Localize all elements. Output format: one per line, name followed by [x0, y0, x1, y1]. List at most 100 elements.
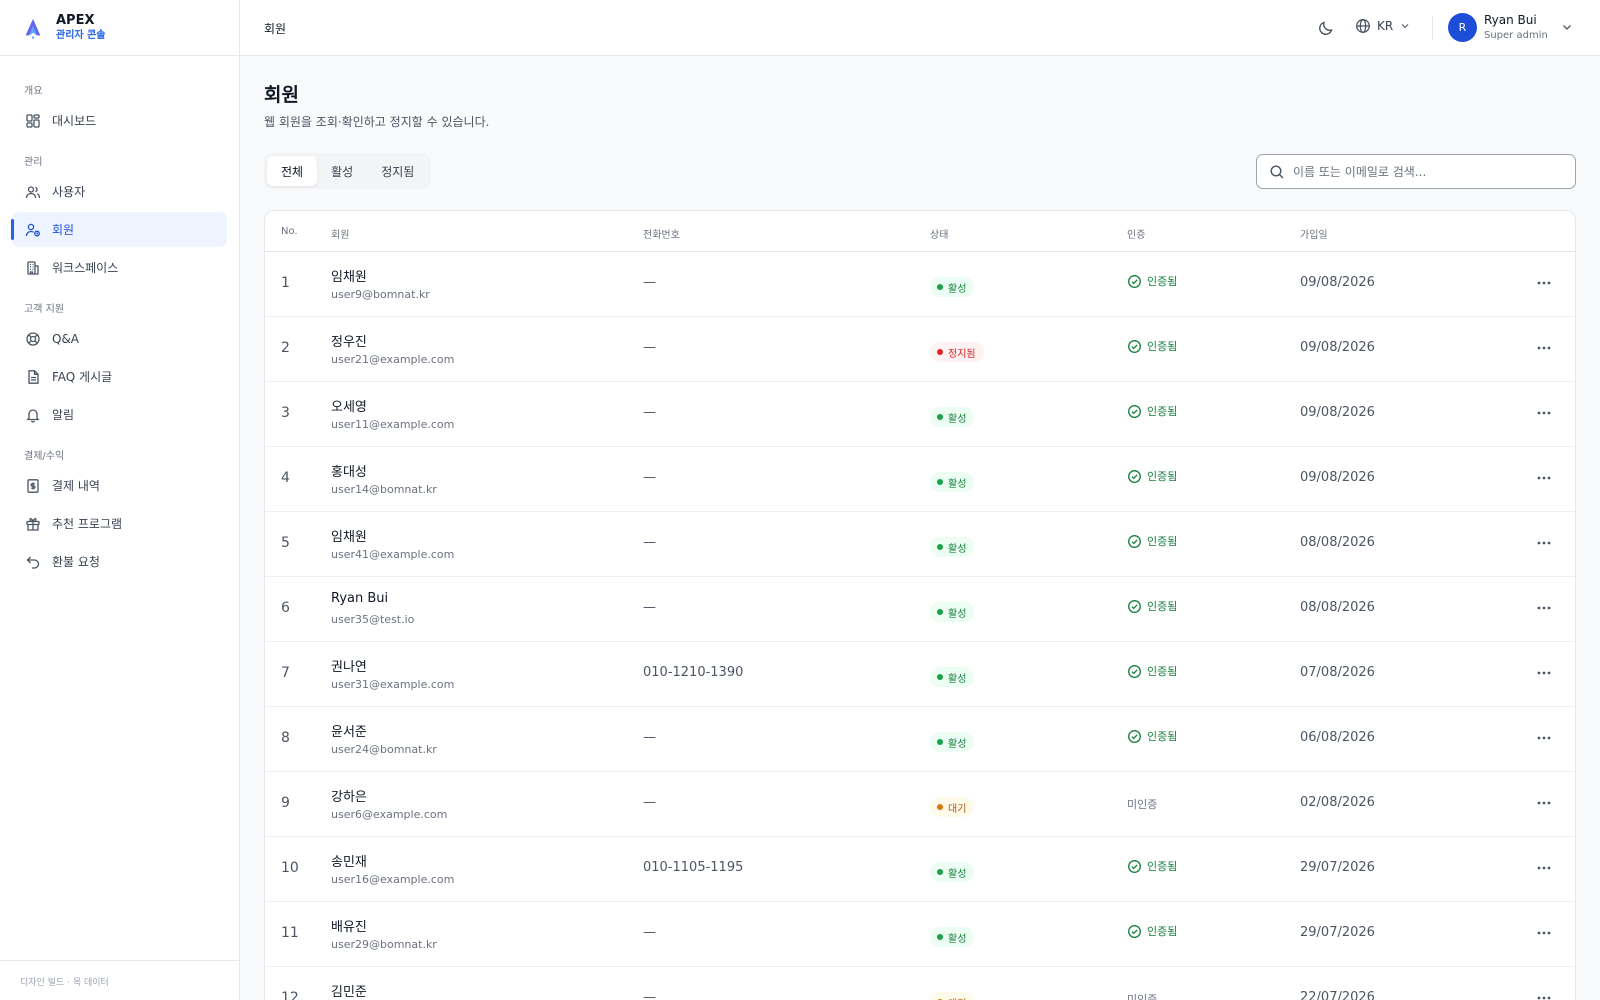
member-phone: —	[643, 470, 656, 485]
verification-label: 인증됨	[1147, 470, 1178, 483]
member-email: user14@bomnat.kr	[331, 483, 437, 496]
language-selector[interactable]: KR	[1355, 18, 1411, 34]
member-name[interactable]: 오세영	[331, 396, 367, 415]
verification-label: 인증됨	[1147, 730, 1178, 743]
member-name[interactable]: 배유진	[331, 916, 367, 935]
table-row[interactable]: 6 Ryan Bui user35@test.io — 활성 인증됨 08/08/2026	[265, 577, 1575, 642]
verification-cell: 인증됨	[1127, 728, 1177, 744]
more-horizontal-icon	[1537, 541, 1551, 545]
column-header-phone[interactable]: 전화번호	[643, 226, 680, 241]
brand[interactable]: APEX 관리자 콘솔	[0, 0, 239, 56]
sidebar-item-referral[interactable]: 추천 프로그램	[12, 506, 227, 541]
joined-date: 08/08/2026	[1300, 600, 1375, 615]
apex-logo-icon	[25, 18, 41, 39]
more-horizontal-icon	[1537, 346, 1551, 350]
sidebar-item-qna[interactable]: Q&A	[12, 321, 227, 356]
verification-label: 인증됨	[1147, 925, 1178, 938]
row-actions-button[interactable]	[1535, 729, 1553, 747]
table-row[interactable]: 4 홍대성 user14@bomnat.kr — 활성 인증됨 09/08/2026	[265, 447, 1575, 512]
table-row[interactable]: 12 김민준 — 대기 미인증 22/07/2026	[265, 967, 1575, 1000]
joined-date: 09/08/2026	[1300, 275, 1375, 290]
verification-cell: 인증됨	[1127, 923, 1177, 939]
row-actions-button[interactable]	[1535, 534, 1553, 552]
table-row[interactable]: 11 배유진 user29@bomnat.kr — 활성 인증됨 29/07/2026	[265, 902, 1575, 967]
row-actions-button[interactable]	[1535, 989, 1553, 1000]
member-phone: —	[643, 275, 656, 290]
sidebar-item-members[interactable]: 회원	[11, 212, 227, 247]
search-box[interactable]	[1256, 154, 1576, 189]
member-name[interactable]: 김민준	[331, 981, 367, 1000]
status-cell: 대기	[930, 990, 975, 1000]
row-actions-button[interactable]	[1535, 599, 1553, 617]
table-row[interactable]: 3 오세영 user11@example.com — 활성 인증됨 09/08/2026	[265, 382, 1575, 447]
sidebar-item-notifications[interactable]: 알림	[12, 397, 227, 432]
table-row[interactable]: 8 윤서준 user24@bomnat.kr — 활성 인증됨 06/08/2026	[265, 707, 1575, 772]
column-header-joined[interactable]: 가입일	[1300, 226, 1328, 241]
status-dot-icon	[937, 804, 943, 810]
theme-toggle-button[interactable]	[1316, 18, 1336, 38]
row-number: 3	[281, 405, 290, 421]
tab-all[interactable]: 전체	[267, 156, 318, 186]
column-header-no[interactable]: No.	[281, 226, 298, 237]
sidebar-item-workspaces[interactable]: 워크스페이스	[12, 250, 227, 285]
sidebar-item-payments[interactable]: 결제 내역	[12, 468, 227, 503]
status-badge: 활성	[930, 602, 975, 622]
verification-label: 인증됨	[1147, 860, 1178, 873]
row-actions-button[interactable]	[1535, 794, 1553, 812]
table-row[interactable]: 2 정우진 user21@example.com — 정지됨 인증됨 09/08/2026	[265, 317, 1575, 382]
user-menu-chevron-icon[interactable]	[1560, 20, 1574, 34]
row-actions-button[interactable]	[1535, 274, 1553, 292]
member-name[interactable]: Ryan Bui	[331, 591, 388, 606]
row-actions-button[interactable]	[1535, 469, 1553, 487]
row-actions-button[interactable]	[1535, 859, 1553, 877]
sidebar-item-faq[interactable]: FAQ 게시글	[12, 359, 227, 394]
tab-active[interactable]: 활성	[317, 156, 367, 186]
row-number: 5	[281, 535, 290, 551]
nav-section-management: 관리	[24, 157, 43, 168]
check-circle-icon	[1128, 404, 1141, 418]
sidebar-item-refunds[interactable]: 환불 요청	[12, 544, 227, 579]
row-actions-button[interactable]	[1535, 664, 1553, 682]
tab-suspended[interactable]: 정지됨	[367, 156, 428, 186]
row-actions-button[interactable]	[1535, 404, 1553, 422]
avatar[interactable]: R	[1448, 13, 1477, 42]
column-header-verification[interactable]: 인증	[1127, 226, 1145, 241]
row-actions-button[interactable]	[1535, 339, 1553, 357]
member-name[interactable]: 임채원	[331, 526, 367, 545]
table-row[interactable]: 7 권나연 user31@example.com 010-1210-1390 활성 인증됨…	[265, 642, 1575, 707]
member-name[interactable]: 윤서준	[331, 721, 367, 740]
sidebar-item-users[interactable]: 사용자	[12, 174, 227, 209]
member-name[interactable]: 홍대성	[331, 461, 367, 480]
row-actions-button[interactable]	[1535, 924, 1553, 942]
brand-name: APEX	[56, 12, 95, 28]
column-header-status[interactable]: 상태	[930, 226, 948, 241]
member-email: user9@bomnat.kr	[331, 288, 430, 301]
table-row[interactable]: 10 송민재 user16@example.com 010-1105-1195 활성 인증…	[265, 837, 1575, 902]
status-badge: 활성	[930, 732, 975, 752]
sidebar-item-dashboard[interactable]: 대시보드	[12, 103, 227, 138]
column-header-member[interactable]: 회원	[331, 226, 349, 241]
member-name[interactable]: 송민재	[331, 851, 367, 870]
check-circle-icon	[1128, 274, 1141, 288]
status-label: 정지됨	[948, 348, 976, 360]
member-name[interactable]: 권나연	[331, 656, 367, 675]
member-email: user31@example.com	[331, 678, 455, 691]
member-name[interactable]: 강하은	[331, 786, 367, 805]
search-input[interactable]	[1293, 164, 1563, 179]
members-table: No. 회원 전화번호 상태 인증 가입일 1 임채원 user9@bomnat.k…	[264, 210, 1576, 1000]
status-badge: 활성	[930, 472, 975, 492]
member-name[interactable]: 정우진	[331, 331, 367, 350]
joined-date: 09/08/2026	[1300, 405, 1375, 420]
status-dot-icon	[937, 739, 943, 745]
member-name[interactable]: 임채원	[331, 266, 367, 285]
table-row[interactable]: 1 임채원 user9@bomnat.kr — 활성 인증됨 09/08/2026	[265, 252, 1575, 317]
table-row[interactable]: 9 강하은 user6@example.com — 대기 미인증 02/08/2026	[265, 772, 1575, 837]
language-label: KR	[1377, 19, 1394, 33]
topbar-divider	[1432, 16, 1433, 40]
row-number: 8	[281, 730, 290, 746]
member-email: user11@example.com	[331, 418, 455, 431]
table-row[interactable]: 5 임채원 user41@example.com — 활성 인증됨 08/08/2026	[265, 512, 1575, 577]
more-horizontal-icon	[1537, 411, 1551, 415]
user-name[interactable]: Ryan Bui	[1484, 13, 1537, 27]
more-horizontal-icon	[1537, 931, 1551, 935]
